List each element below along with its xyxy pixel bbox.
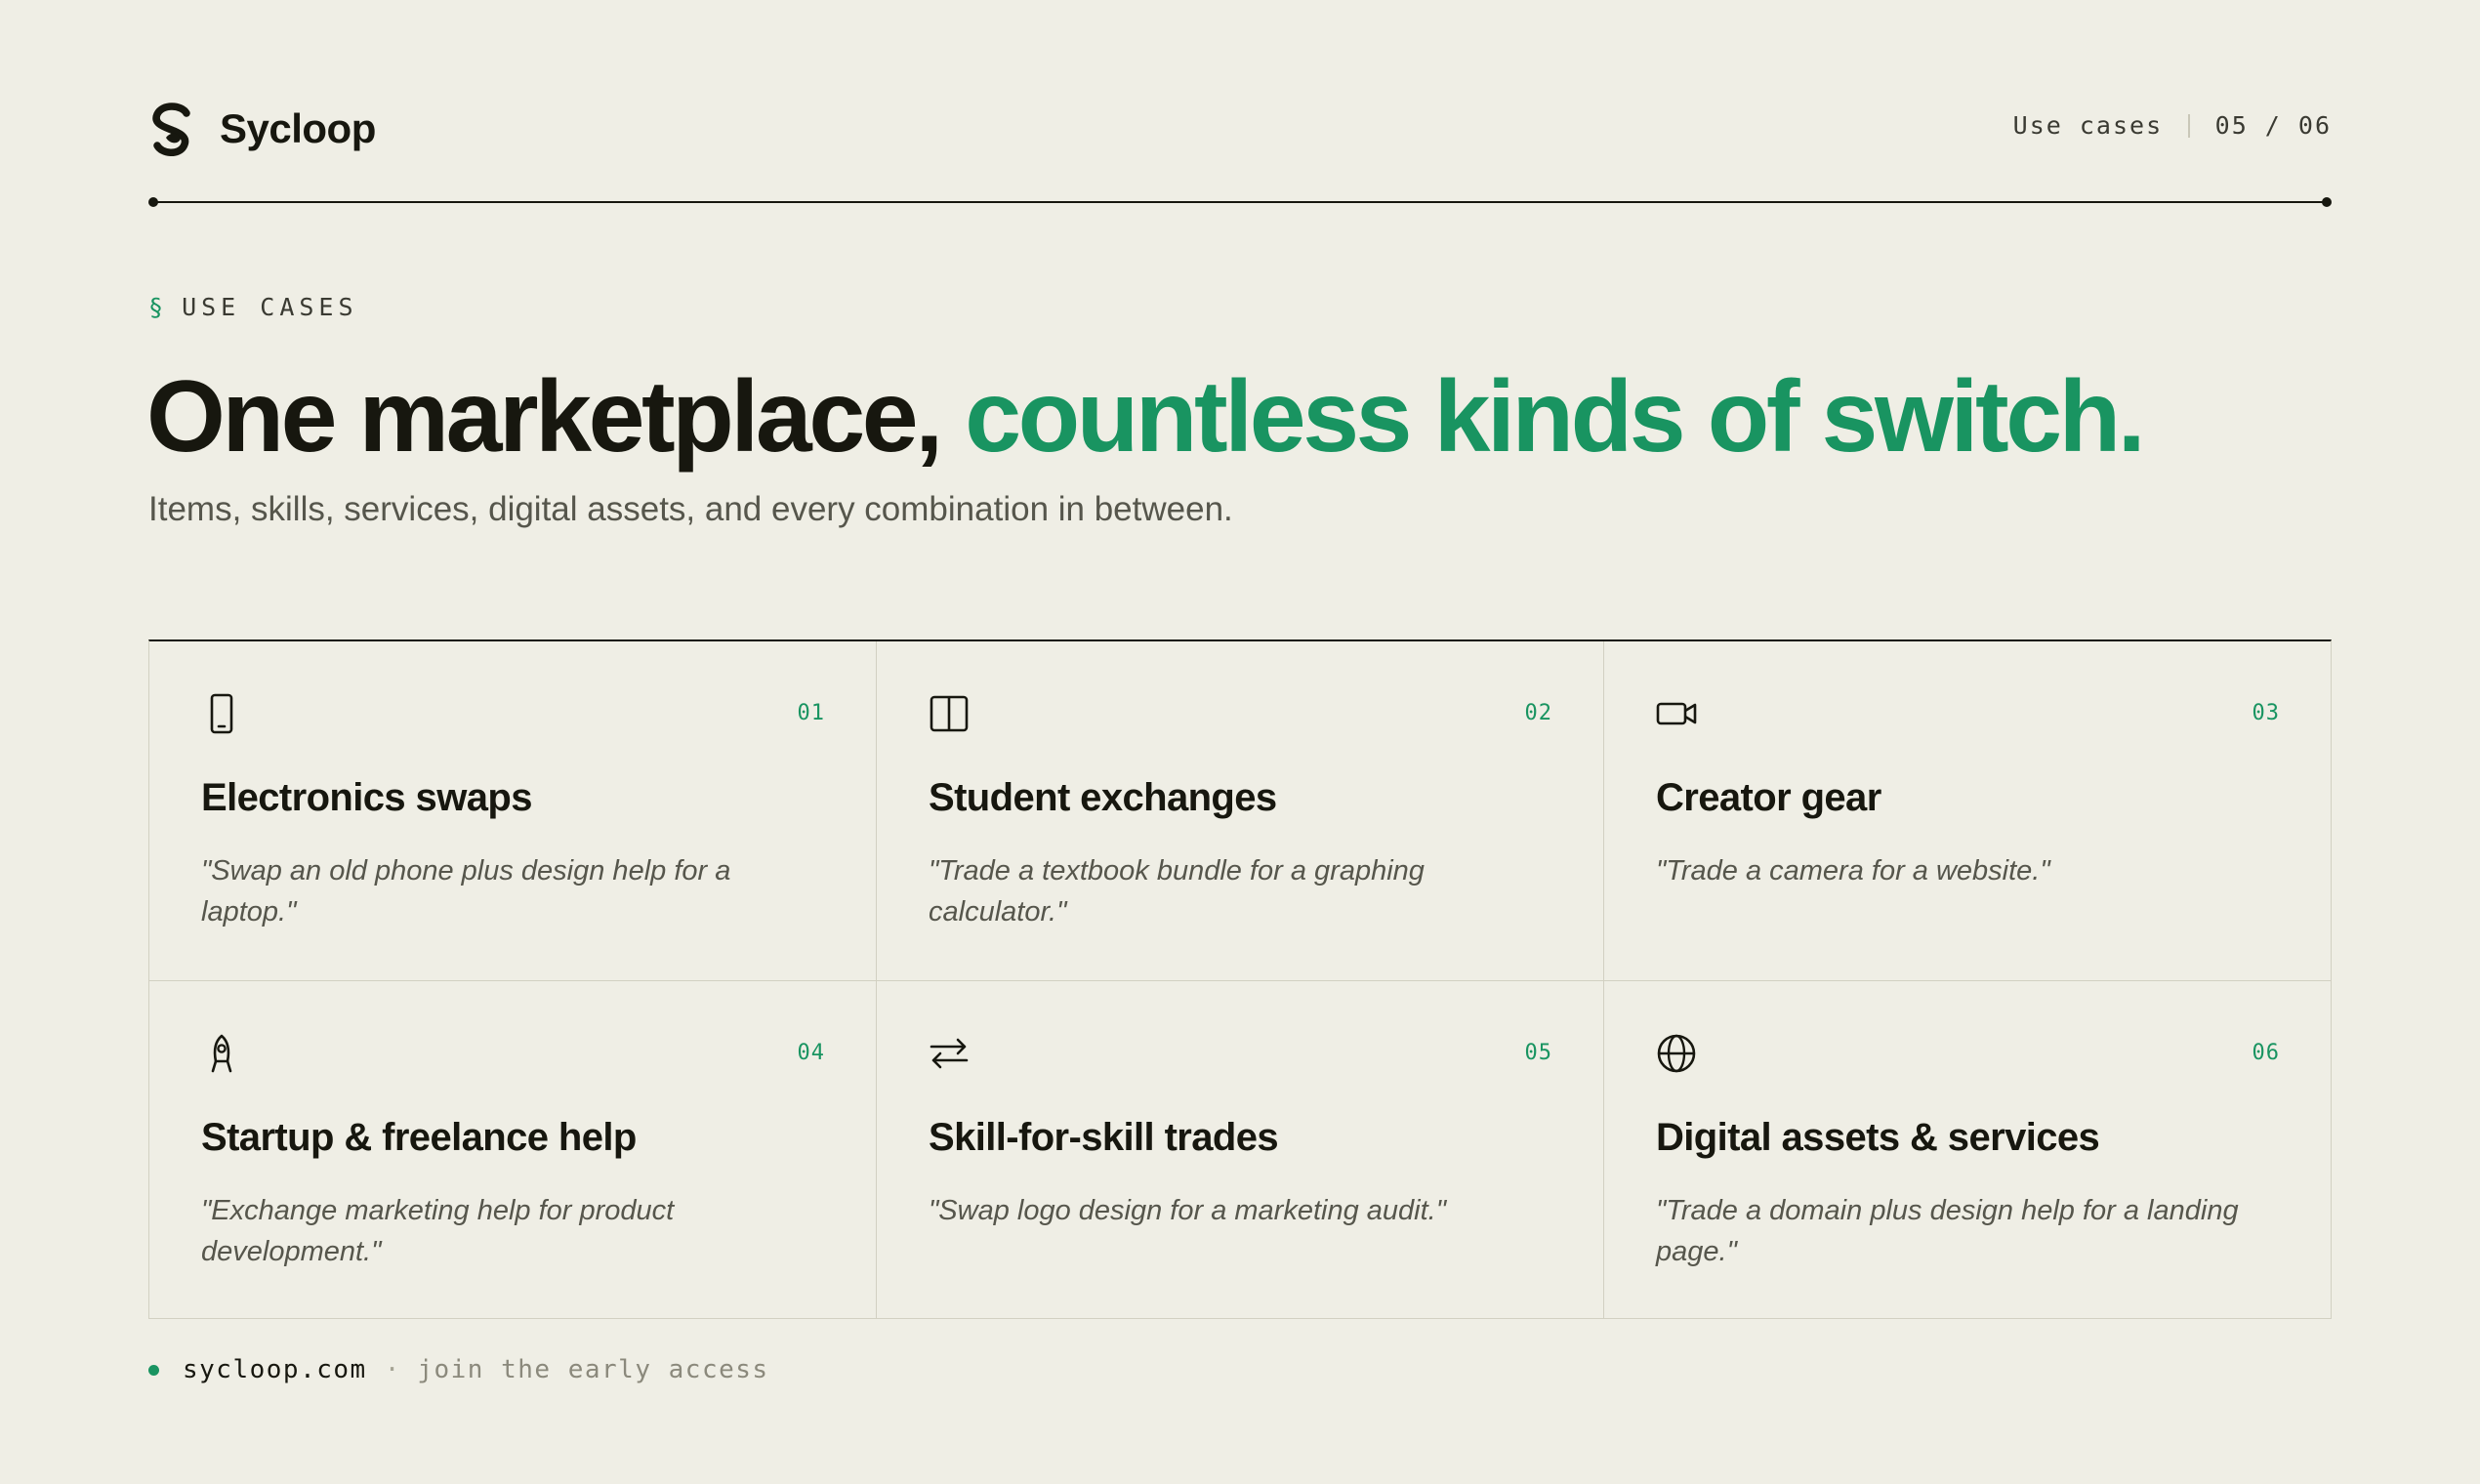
card-title: Digital assets & services: [1656, 1116, 2100, 1159]
card-quote: "Exchange marketing help for product dev…: [201, 1195, 675, 1267]
card-title: Student exchanges: [929, 776, 1277, 819]
card-number: 06: [2252, 1041, 2280, 1065]
video-camera-icon: [1655, 692, 1698, 735]
use-cases-grid: 01 Electronics swaps "Swap an old phone …: [148, 639, 2332, 1319]
section-mark: §: [148, 293, 169, 321]
title-accent: countless kinds of switch.: [965, 360, 2145, 474]
footer-separator: ·: [384, 1355, 400, 1384]
footer-cta: join the early access: [417, 1355, 769, 1384]
rule-start-dot: [148, 197, 158, 207]
card-quote: "Swap an old phone plus design help for …: [201, 855, 731, 928]
card-number: 03: [2252, 701, 2280, 725]
indicator-divider: [2188, 113, 2190, 138]
sycloop-logo-icon: [148, 102, 197, 158]
page-subtitle: Items, skills, services, digital assets,…: [148, 490, 1233, 528]
section-label-text: USE CASES: [182, 293, 358, 321]
card-quote: "Trade a domain plus design help for a l…: [1656, 1195, 2239, 1267]
card-quote: "Trade a camera for a website.": [1656, 855, 2050, 886]
smartphone-icon: [200, 692, 243, 735]
rocket-icon: [200, 1032, 243, 1075]
globe-icon: [1655, 1032, 1698, 1075]
card-number: 02: [1524, 701, 1552, 725]
footer-site-link[interactable]: sycloop.com: [183, 1355, 367, 1384]
section-label: § USE CASES: [148, 293, 358, 321]
card-number: 01: [797, 701, 825, 725]
use-case-card: 03 Creator gear "Trade a camera for a we…: [1604, 641, 2331, 981]
page-title: One marketplace, countless kinds of swit…: [146, 353, 2146, 480]
use-case-card: 05 Skill-for-skill trades "Swap logo des…: [877, 981, 1604, 1318]
use-case-card: 04 Startup & freelance help "Exchange ma…: [149, 981, 877, 1318]
swap-arrows-icon: [928, 1032, 971, 1075]
header-rule: [150, 201, 2328, 203]
use-case-card: 01 Electronics swaps "Swap an old phone …: [149, 641, 877, 981]
card-title: Skill-for-skill trades: [929, 1116, 1279, 1159]
header: Sycloop Use cases 05 / 06: [148, 98, 2332, 166]
use-case-card: 02 Student exchanges "Trade a textbook b…: [877, 641, 1604, 981]
book-open-icon: [928, 692, 971, 735]
footer: sycloop.com · join the early access: [148, 1355, 769, 1384]
card-quote: "Trade a textbook bundle for a graphing …: [929, 855, 1425, 928]
card-title: Electronics swaps: [201, 776, 532, 819]
card-title: Creator gear: [1656, 776, 1881, 819]
use-case-card: 06 Digital assets & services "Trade a do…: [1604, 981, 2331, 1318]
title-lead: One marketplace,: [146, 360, 943, 474]
card-number: 05: [1524, 1041, 1552, 1065]
rule-end-dot: [2322, 197, 2332, 207]
card-quote: "Swap logo design for a marketing audit.…: [929, 1195, 1447, 1226]
card-number: 04: [797, 1041, 825, 1065]
status-dot-icon: [148, 1364, 159, 1376]
brand-name: Sycloop: [220, 105, 376, 151]
page-indicator: Use cases 05 / 06: [2013, 111, 2332, 140]
card-title: Startup & freelance help: [201, 1116, 637, 1159]
page-number: 05 / 06: [2214, 111, 2332, 140]
section-name: Use cases: [2012, 111, 2164, 140]
